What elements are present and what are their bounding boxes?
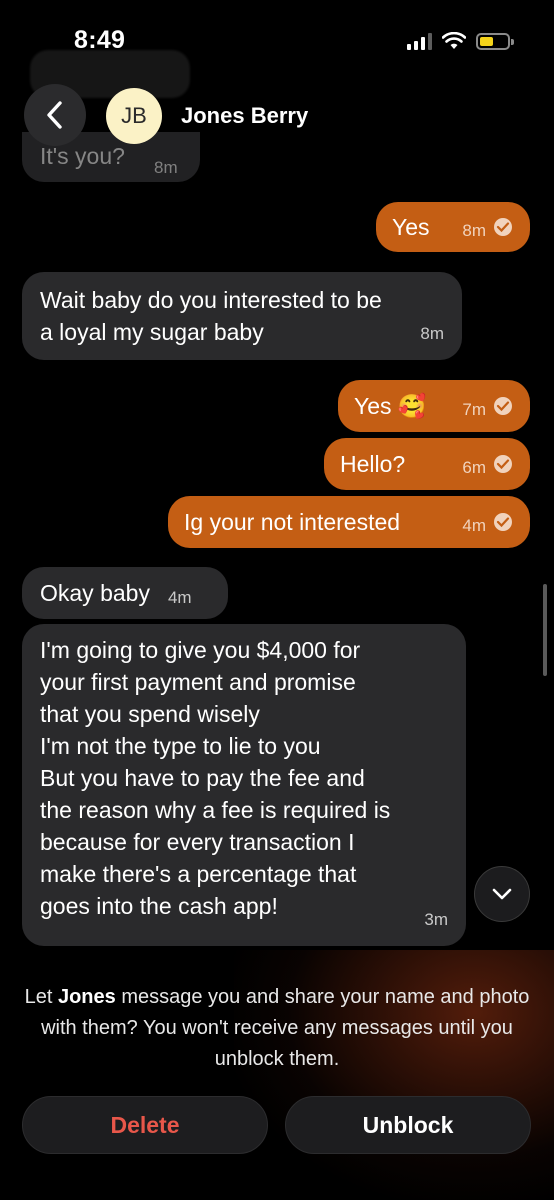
read-receipt-icon — [494, 397, 512, 415]
message-time: 8m — [462, 221, 486, 240]
message-text-line: because for every transaction I — [40, 829, 355, 855]
message-text-line: a loyal my sugar baby — [40, 319, 264, 345]
message-bubble-incoming[interactable]: Okay baby 4m — [22, 567, 228, 619]
message-time: 4m — [167, 588, 192, 607]
message-text-line: goes into the cash app! — [40, 893, 278, 919]
cellular-signal-icon — [407, 32, 432, 50]
battery-icon — [476, 32, 514, 50]
message-text: Ig your not interested — [184, 509, 401, 535]
message-bubble-incoming[interactable]: Wait baby do you interested to be a loya… — [22, 272, 462, 360]
message-time: 7m — [462, 400, 486, 419]
read-receipt-icon — [494, 455, 512, 473]
message-text: Okay baby — [40, 580, 150, 606]
message-time: 3m — [424, 910, 448, 929]
scroll-down-button[interactable] — [474, 866, 530, 922]
contact-name[interactable]: Jones Berry — [181, 103, 308, 129]
message-text: Yes 🥰 — [354, 393, 427, 419]
status-icons — [407, 30, 514, 52]
message-text-line: that you spend wisely — [40, 701, 260, 727]
message-bubble-outgoing[interactable]: Yes 🥰 7m — [338, 380, 530, 432]
read-receipt-icon — [494, 218, 512, 236]
unblock-button[interactable]: Unblock — [285, 1096, 531, 1154]
message-text-line: I'm not the type to lie to you — [40, 733, 321, 759]
message-text: Yes — [392, 214, 430, 240]
message-text-line: But you have to pay the fee and — [40, 765, 365, 791]
message-request-notice: Let Jones message you and share your nam… — [20, 982, 534, 1075]
notice-contact-name: Jones — [57, 986, 116, 1008]
message-time: 4m — [462, 516, 486, 535]
avatar[interactable]: JB — [106, 88, 162, 144]
delete-button[interactable]: Delete — [22, 1096, 268, 1154]
message-time: 8m — [420, 324, 444, 343]
message-text: Hello? — [340, 451, 406, 477]
message-bubble-outgoing[interactable]: Ig your not interested 4m — [168, 496, 530, 548]
notice-prefix: Let — [24, 986, 58, 1008]
chevron-down-icon — [492, 888, 512, 900]
wifi-icon — [442, 32, 466, 49]
back-button[interactable] — [24, 84, 86, 146]
message-text-line: your first payment and promise — [40, 669, 356, 695]
chevron-left-icon — [47, 101, 62, 129]
message-bubble-incoming[interactable]: I'm going to give you $4,000 for your fi… — [22, 624, 466, 946]
message-text-line: Wait baby do you interested to be — [40, 287, 382, 313]
message-bubble-outgoing[interactable]: Yes 8m — [376, 202, 530, 252]
scrollbar[interactable] — [543, 584, 547, 676]
message-text-line: make there's a percentage that — [40, 861, 357, 887]
message-time: 8m — [154, 158, 178, 177]
message-text-line: I'm going to give you $4,000 for — [40, 637, 361, 663]
read-receipt-icon — [494, 513, 512, 531]
chat-screen: 8:49 JB Jones Berry It's you? 8m Yes 8m … — [0, 0, 554, 1200]
message-text-line: the reason why a fee is required is — [40, 797, 391, 823]
message-time: 6m — [462, 458, 486, 477]
message-bubble-outgoing[interactable]: Hello? 6m — [324, 438, 530, 490]
